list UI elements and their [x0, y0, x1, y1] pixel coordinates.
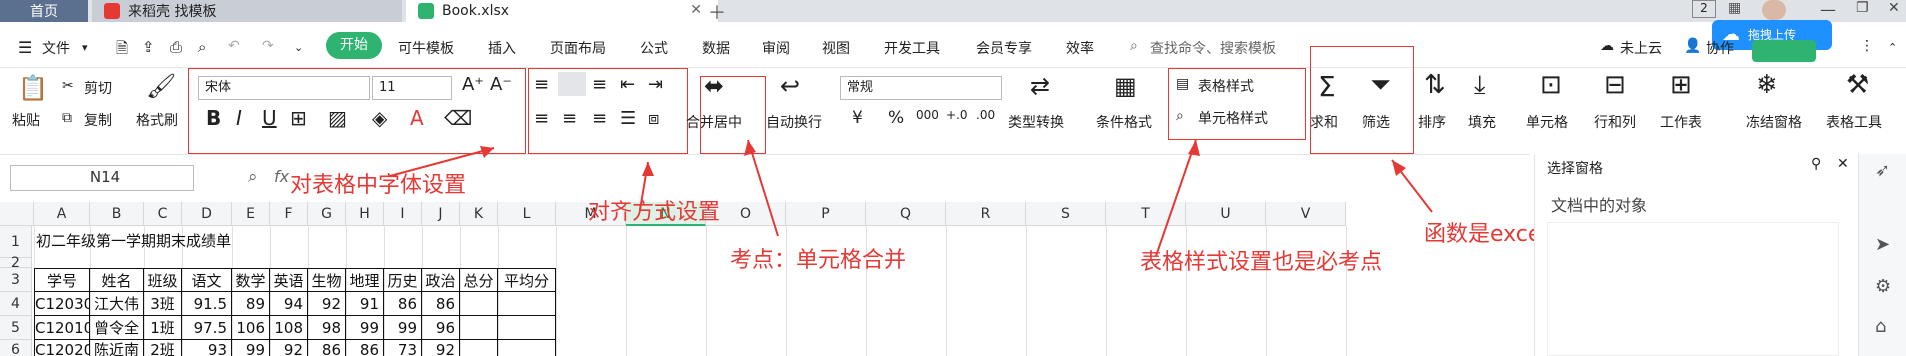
- pin-icon[interactable]: ⚲: [1811, 156, 1821, 172]
- pane-close-icon[interactable]: ✕: [1837, 156, 1849, 172]
- pane-objects-label: 文档中的对象: [1551, 196, 1648, 215]
- pane-title: 选择窗格: [1547, 161, 1603, 177]
- cursor-icon[interactable]: ➤: [1875, 234, 1890, 255]
- right-sidebar: ➶ ➤ ⚙ ⌂: [1858, 154, 1906, 356]
- selection-pane: 选择窗格 ⚲ ✕ 文档中的对象: [1534, 154, 1854, 356]
- object-list[interactable]: [1547, 222, 1839, 356]
- tools-icon[interactable]: ⌂: [1875, 316, 1886, 337]
- settings-sliders-icon[interactable]: ⚙: [1875, 276, 1891, 297]
- rocket-icon[interactable]: ➶: [1875, 160, 1890, 181]
